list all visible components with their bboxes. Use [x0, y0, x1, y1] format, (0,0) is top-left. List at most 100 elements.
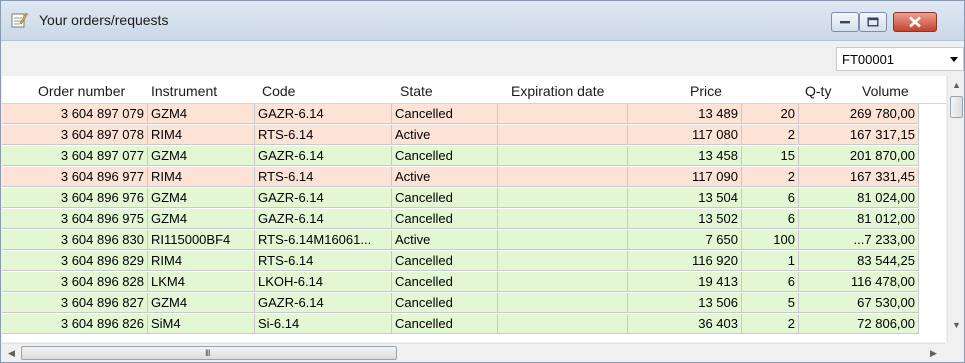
- table-header: Order number Instrument Code State Expir…: [2, 76, 946, 104]
- cell-volume: 81 012,00: [799, 209, 919, 229]
- cell-volume: 167 317,15: [799, 125, 919, 145]
- table-row[interactable]: 3 604 896 830 RI115000BF4 RTS-6.14M16061..…: [2, 230, 919, 250]
- table-row[interactable]: 3 604 896 975 GZM4 GAZR-6.14 Cancelled 13 50…: [2, 209, 919, 229]
- cell-expiration-date: [498, 293, 628, 313]
- cell-qty: 6: [742, 188, 799, 208]
- scroll-down-icon[interactable]: ▼: [952, 320, 961, 330]
- cell-price: 36 403: [628, 314, 742, 334]
- orders-table: Order number Instrument Code State Expir…: [2, 76, 946, 342]
- col-code[interactable]: Code: [262, 83, 295, 99]
- cell-expiration-date: [498, 104, 628, 124]
- cell-volume: 83 544,25: [799, 251, 919, 271]
- cell-expiration-date: [498, 209, 628, 229]
- cell-instrument: RIM4: [148, 167, 255, 187]
- table-row[interactable]: 3 604 897 079 GZM4 GAZR-6.14 Cancelled 13 48…: [2, 104, 919, 124]
- scroll-left-icon[interactable]: ◀: [8, 348, 15, 359]
- cell-price: 117 080: [628, 125, 742, 145]
- cell-price: 116 920: [628, 251, 742, 271]
- cell-expiration-date: [498, 167, 628, 187]
- notepad-icon: [10, 11, 28, 29]
- cell-state: Cancelled: [392, 251, 498, 271]
- col-qty[interactable]: Q-ty: [805, 83, 831, 99]
- cell-instrument: SiM4: [148, 314, 255, 334]
- cell-order-number: 3 604 897 078: [2, 125, 148, 145]
- cell-instrument: GZM4: [148, 188, 255, 208]
- cell-instrument: GZM4: [148, 209, 255, 229]
- scroll-up-icon[interactable]: ▲: [952, 80, 961, 90]
- cell-state: Cancelled: [392, 104, 498, 124]
- cell-order-number: 3 604 896 827: [2, 293, 148, 313]
- scroll-grip: III: [205, 348, 210, 358]
- cell-state: Cancelled: [392, 272, 498, 292]
- cell-order-number: 3 604 897 079: [2, 104, 148, 124]
- table-row[interactable]: 3 604 896 829 RIM4 RTS-6.14 Cancelled 116 92…: [2, 251, 919, 271]
- cell-expiration-date: [498, 251, 628, 271]
- cell-volume: 67 530,00: [799, 293, 919, 313]
- maximize-icon: [867, 17, 879, 27]
- cell-qty: 2: [742, 167, 799, 187]
- orders-window: Your orders/requests FT00001 Order numbe…: [0, 0, 965, 363]
- col-volume[interactable]: Volume: [862, 83, 909, 99]
- table-row[interactable]: 3 604 897 077 GZM4 GAZR-6.14 Cancelled 13 45…: [2, 146, 919, 166]
- cell-volume: 201 870,00: [799, 146, 919, 166]
- cell-expiration-date: [498, 272, 628, 292]
- scroll-right-icon[interactable]: ▶: [930, 348, 937, 359]
- col-state[interactable]: State: [400, 83, 433, 99]
- table-row[interactable]: 3 604 896 828 LKM4 LKOH-6.14 Cancelled 19 41…: [2, 272, 919, 292]
- horizontal-scroll-thumb[interactable]: III: [21, 346, 397, 360]
- cell-expiration-date: [498, 188, 628, 208]
- cell-state: Cancelled: [392, 209, 498, 229]
- cell-qty: 20: [742, 104, 799, 124]
- cell-state: Cancelled: [392, 293, 498, 313]
- cell-volume: 81 024,00: [799, 188, 919, 208]
- cell-order-number: 3 604 896 975: [2, 209, 148, 229]
- cell-code: RTS-6.14: [255, 125, 392, 145]
- cell-qty: 100: [742, 230, 799, 250]
- vertical-scrollbar[interactable]: ▲ ▼: [947, 76, 964, 342]
- cell-volume: 269 780,00: [799, 104, 919, 124]
- minimize-icon: [840, 21, 850, 24]
- table-row[interactable]: 3 604 896 976 GZM4 GAZR-6.14 Cancelled 13 50…: [2, 188, 919, 208]
- table-row[interactable]: 3 604 896 826 SiM4 Si-6.14 Cancelled 36 403 2…: [2, 314, 919, 334]
- col-price[interactable]: Price: [690, 83, 722, 99]
- cell-price: 13 502: [628, 209, 742, 229]
- maximize-button[interactable]: [859, 12, 887, 32]
- title-bar[interactable]: Your orders/requests: [1, 1, 964, 41]
- cell-state: Active: [392, 125, 498, 145]
- table-row[interactable]: 3 604 896 827 GZM4 GAZR-6.14 Cancelled 13 50…: [2, 293, 919, 313]
- cell-volume: ...7 233,00: [799, 230, 919, 250]
- chevron-down-icon: [950, 57, 958, 62]
- cell-code: RTS-6.14: [255, 251, 392, 271]
- cell-code: GAZR-6.14: [255, 104, 392, 124]
- table-row[interactable]: 3 604 896 977 RIM4 RTS-6.14 Active 117 090 2 1…: [2, 167, 919, 187]
- cell-code: RTS-6.14: [255, 167, 392, 187]
- cell-order-number: 3 604 896 977: [2, 167, 148, 187]
- cell-state: Active: [392, 167, 498, 187]
- cell-volume: 167 331,45: [799, 167, 919, 187]
- cell-code: GAZR-6.14: [255, 293, 392, 313]
- cell-price: 13 489: [628, 104, 742, 124]
- account-dropdown[interactable]: FT00001: [836, 47, 964, 71]
- cell-price: 117 090: [628, 167, 742, 187]
- col-expiration-date[interactable]: Expiration date: [511, 83, 604, 99]
- close-button[interactable]: [893, 12, 937, 32]
- table-row[interactable]: 3 604 897 078 RIM4 RTS-6.14 Active 117 080 2 1…: [2, 125, 919, 145]
- cell-code: RTS-6.14M16061...: [255, 230, 392, 250]
- cell-state: Cancelled: [392, 314, 498, 334]
- minimize-button[interactable]: [831, 12, 859, 32]
- window-title: Your orders/requests: [39, 12, 169, 28]
- cell-expiration-date: [498, 314, 628, 334]
- cell-state: Cancelled: [392, 188, 498, 208]
- col-order-number[interactable]: Order number: [38, 83, 125, 99]
- cell-code: GAZR-6.14: [255, 209, 392, 229]
- cell-order-number: 3 604 897 077: [2, 146, 148, 166]
- cell-code: Si-6.14: [255, 314, 392, 334]
- vertical-scroll-thumb[interactable]: [950, 96, 963, 118]
- col-instrument[interactable]: Instrument: [151, 83, 217, 99]
- horizontal-scrollbar[interactable]: ◀ III ▶: [2, 343, 946, 362]
- cell-price: 13 506: [628, 293, 742, 313]
- cell-qty: 2: [742, 314, 799, 334]
- cell-instrument: GZM4: [148, 293, 255, 313]
- cell-qty: 2: [742, 125, 799, 145]
- cell-price: 19 413: [628, 272, 742, 292]
